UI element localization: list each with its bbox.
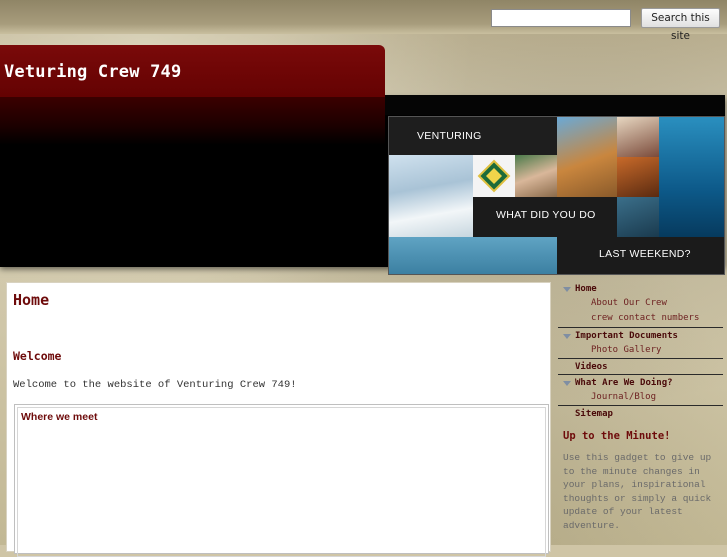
nav-divider bbox=[558, 405, 723, 406]
nav-divider bbox=[558, 358, 723, 359]
photo-tile bbox=[617, 117, 659, 157]
nav-item-photo-gallery[interactable]: Photo Gallery bbox=[591, 345, 661, 355]
nav-item-about-our-crew[interactable]: About Our Crew bbox=[591, 298, 667, 308]
search-button[interactable]: Search this site bbox=[641, 8, 720, 42]
page-title: Home bbox=[13, 291, 50, 309]
skier-photo bbox=[389, 155, 473, 237]
collapse-triangle-icon[interactable] bbox=[563, 381, 571, 386]
nav-item-what-are-we-doing[interactable]: What Are We Doing? bbox=[575, 378, 673, 388]
diver-photo bbox=[659, 117, 724, 237]
venturing-logo-icon bbox=[477, 159, 511, 193]
nav-item-videos[interactable]: Videos bbox=[575, 362, 608, 372]
site-title[interactable]: Veturing Crew 749 bbox=[4, 62, 181, 82]
nav-item-important-documents[interactable]: Important Documents bbox=[575, 331, 678, 341]
nav-item-sitemap[interactable]: Sitemap bbox=[575, 409, 613, 419]
banner-label: WHAT DID YOU DO bbox=[496, 209, 596, 221]
nav-item-home[interactable]: Home bbox=[575, 284, 597, 294]
header-banner-image: VENTURING WHAT DID YOU DO LAST WEEKEND? bbox=[388, 116, 725, 275]
nav-divider bbox=[558, 327, 723, 328]
photo-tile bbox=[617, 197, 659, 237]
group-photo bbox=[389, 237, 557, 274]
welcome-text: Welcome to the website of Venturing Crew… bbox=[13, 379, 297, 391]
search-input[interactable] bbox=[491, 9, 631, 27]
map-gadget-title: Where we meet bbox=[21, 411, 98, 423]
header-top-strip bbox=[385, 95, 725, 115]
photo-tile bbox=[617, 157, 659, 197]
nav-item-journal-blog[interactable]: Journal/Blog bbox=[591, 392, 656, 402]
nav-item-crew-contact-numbers[interactable]: crew contact numbers bbox=[591, 313, 699, 323]
climber-photo bbox=[557, 117, 617, 197]
title-shadow-band bbox=[0, 97, 385, 145]
nav-divider bbox=[558, 374, 723, 375]
sidebar-gadget-title: Up to the Minute! bbox=[563, 430, 671, 442]
collapse-triangle-icon[interactable] bbox=[563, 334, 571, 339]
sidebar-gadget-text: Use this gadget to give up to the minute… bbox=[563, 452, 712, 531]
collapse-triangle-icon[interactable] bbox=[563, 287, 571, 292]
banner-label: LAST WEEKEND? bbox=[599, 248, 691, 260]
welcome-heading: Welcome bbox=[13, 349, 62, 363]
logo-tile bbox=[473, 155, 515, 197]
photo-tile bbox=[515, 155, 557, 197]
map-gadget-frame bbox=[17, 407, 546, 557]
banner-label: VENTURING bbox=[417, 130, 482, 142]
